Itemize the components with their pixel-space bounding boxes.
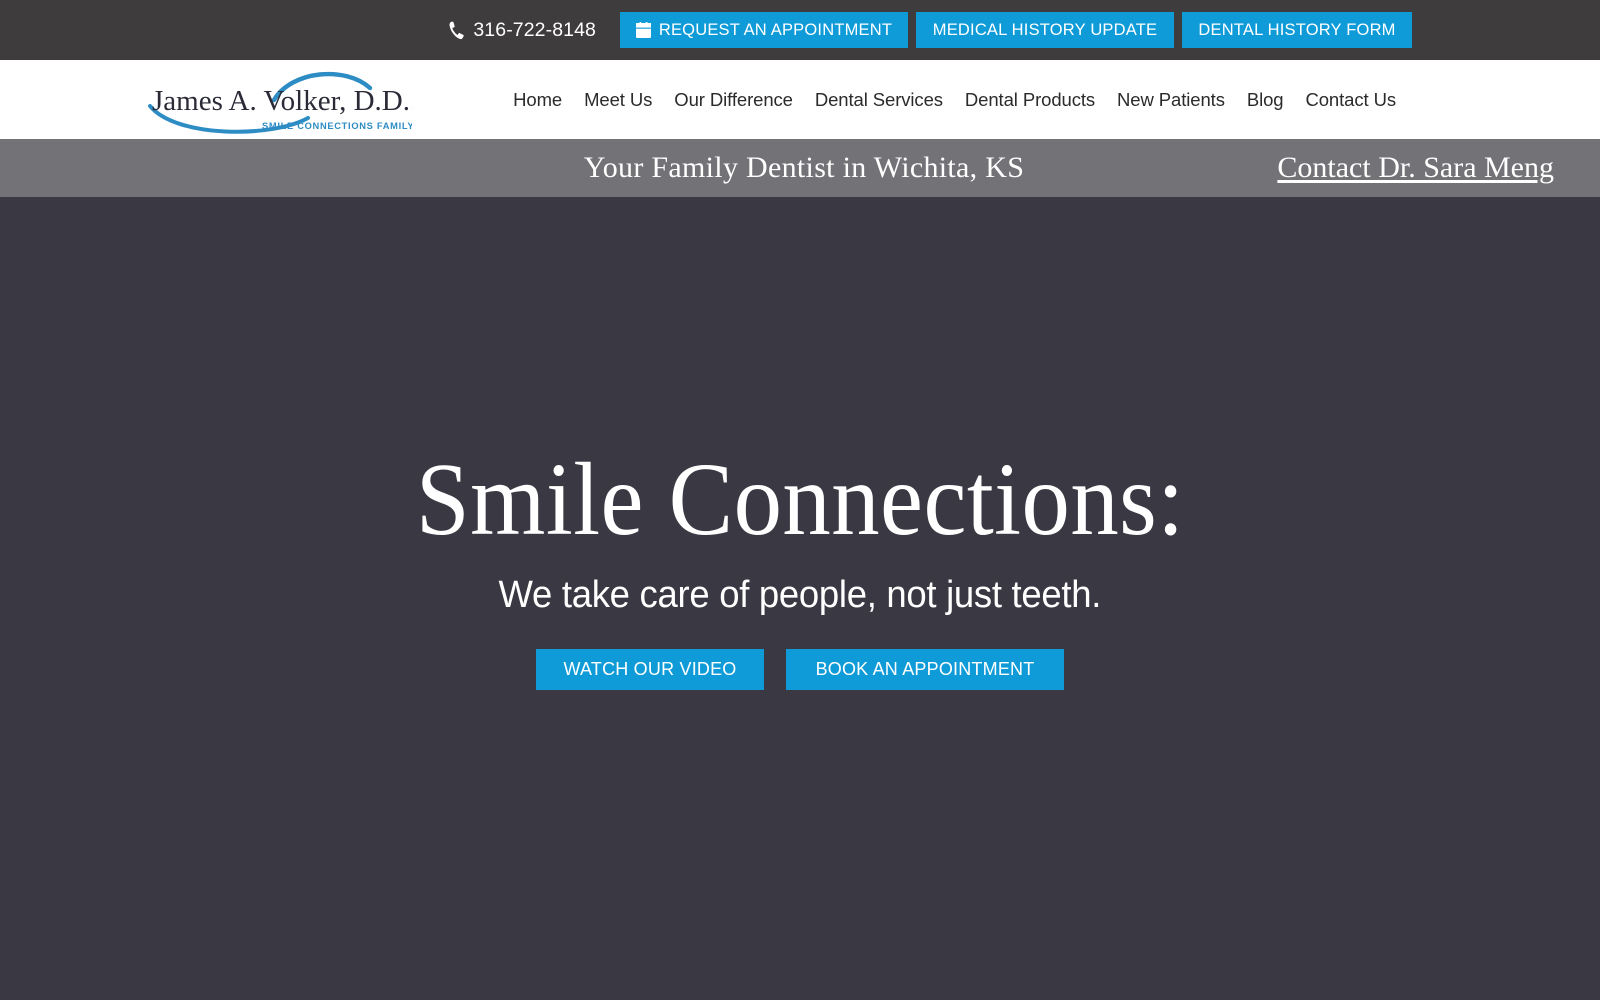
watch-our-video-button[interactable]: WATCH OUR VIDEO (536, 649, 764, 690)
top-utility-bar: 316-722-8148 REQUEST AN APPOINTMENT MEDI… (0, 0, 1600, 60)
nav-label-meet-us: Meet Us (584, 88, 653, 110)
medical-history-update-label: MEDICAL HISTORY UPDATE (932, 20, 1158, 39)
watch-our-video-label: WATCH OUR VIDEO (563, 659, 737, 679)
hero-subtitle: We take care of people, not just teeth. (498, 574, 1102, 616)
nav-item-our-difference[interactable]: Our Difference (663, 89, 804, 111)
hero-section: Smile Connections: We take care of peopl… (0, 197, 1600, 1000)
request-appointment-label: REQUEST AN APPOINTMENT (658, 20, 893, 39)
nav-label-dental-services: Dental Services (814, 88, 943, 110)
nav-item-new-patients[interactable]: New Patients (1106, 89, 1236, 111)
phone-icon (449, 21, 465, 40)
dental-history-form-label: DENTAL HISTORY FORM (1198, 20, 1396, 39)
logo-name-text: James A. Volker, D.D.S. (152, 85, 412, 117)
nav-label-blog: Blog (1246, 88, 1284, 110)
site-header: James A. Volker, D.D.S. SMILE CONNECTION… (0, 60, 1600, 139)
nav-label-home: Home (513, 88, 563, 110)
nav-label-contact-us: Contact Us (1305, 88, 1396, 110)
site-logo[interactable]: James A. Volker, D.D.S. SMILE CONNECTION… (142, 62, 412, 134)
phone-number-text: 316-722-8148 (473, 18, 596, 41)
nav-item-dental-services[interactable]: Dental Services (804, 89, 954, 111)
nav-item-blog[interactable]: Blog (1236, 89, 1295, 111)
nav-item-dental-products[interactable]: Dental Products (954, 89, 1106, 111)
nav-item-meet-us[interactable]: Meet Us (573, 89, 663, 111)
dental-history-form-button[interactable]: DENTAL HISTORY FORM (1182, 12, 1412, 48)
main-navigation: Home Meet Us Our Difference Dental Servi… (502, 89, 1407, 111)
phone-number-link[interactable]: 316-722-8148 (449, 19, 596, 42)
nav-item-contact-us[interactable]: Contact Us (1294, 89, 1407, 111)
contact-doctor-link[interactable]: Contact Dr. Sara Meng (1277, 151, 1554, 185)
calendar-icon (635, 22, 651, 38)
nav-label-new-patients: New Patients (1117, 88, 1225, 110)
book-an-appointment-button[interactable]: BOOK AN APPOINTMENT (786, 649, 1064, 690)
hero-title: Smile Connections: (415, 442, 1185, 557)
hero-button-group: WATCH OUR VIDEO BOOK AN APPOINTMENT (536, 649, 1064, 690)
book-an-appointment-label: BOOK AN APPOINTMENT (815, 659, 1035, 679)
nav-label-dental-products: Dental Products (964, 88, 1096, 110)
tagline-bar: Your Family Dentist in Wichita, KS Conta… (0, 139, 1600, 197)
request-appointment-button[interactable]: REQUEST AN APPOINTMENT (620, 12, 908, 48)
medical-history-update-button[interactable]: MEDICAL HISTORY UPDATE (916, 12, 1174, 48)
logo-tagline-text: SMILE CONNECTIONS FAMILY DENTAL (262, 121, 412, 131)
nav-item-home[interactable]: Home (502, 89, 573, 111)
nav-label-our-difference: Our Difference (674, 88, 793, 110)
